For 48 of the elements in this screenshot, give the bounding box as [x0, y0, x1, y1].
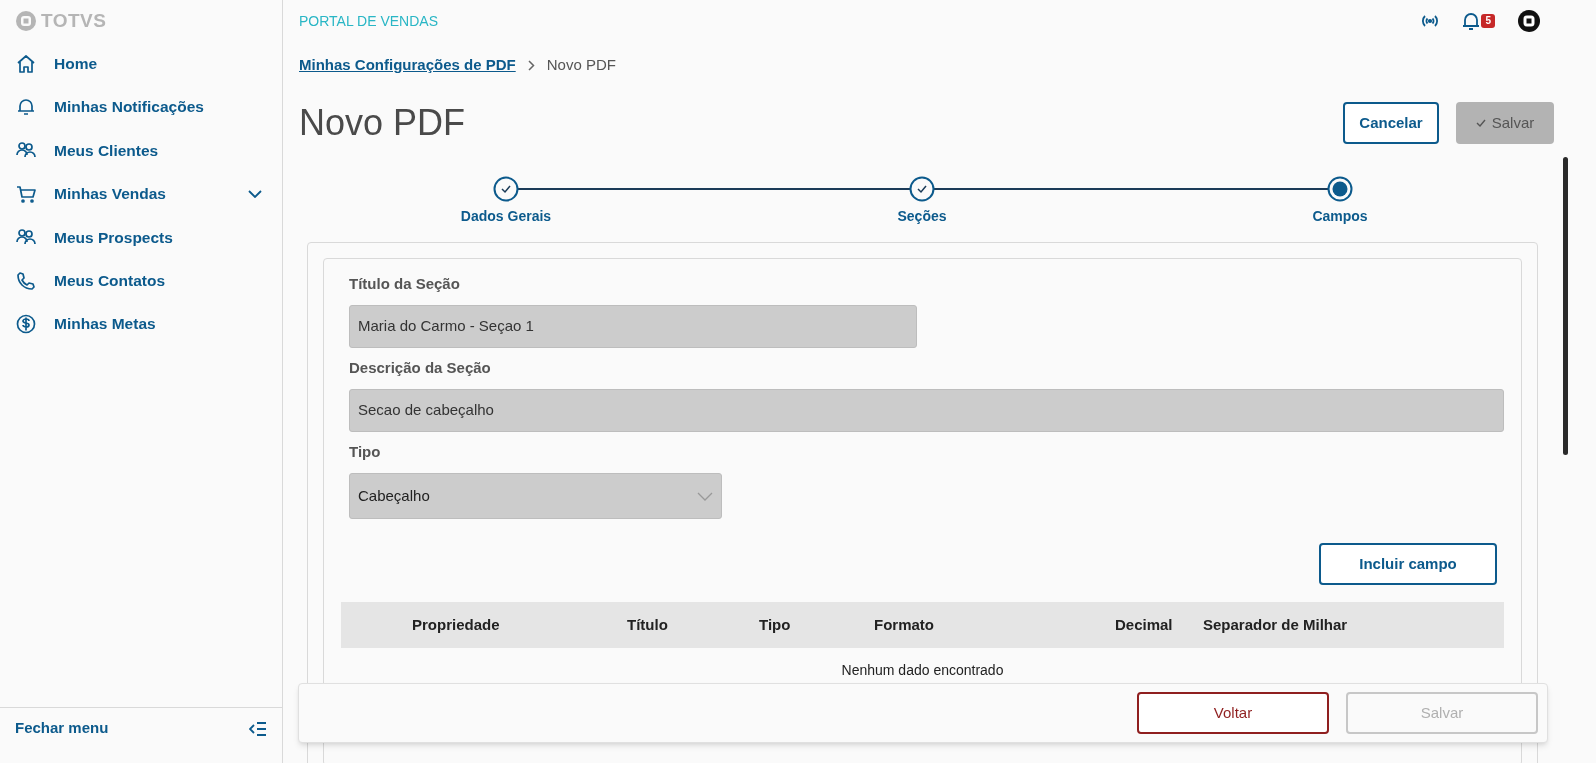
page-title: Novo PDF — [299, 101, 466, 145]
phone-icon — [15, 270, 37, 291]
logo-icon — [15, 10, 37, 32]
bell-icon — [15, 97, 37, 118]
step-label: Campos — [1312, 207, 1368, 226]
step-done-icon[interactable] — [909, 176, 935, 202]
back-button[interactable]: Voltar — [1137, 692, 1329, 734]
chevron-down-icon[interactable] — [248, 189, 262, 198]
chevron-down-icon — [697, 491, 713, 501]
scrollbar[interactable] — [1563, 157, 1568, 455]
field-label: Título da Seção — [349, 274, 461, 294]
sidebar-item[interactable]: Meus Prospects — [0, 215, 282, 259]
sidebar-item[interactable]: Meus Clientes — [0, 128, 282, 173]
bell-icon[interactable] — [1462, 11, 1481, 31]
empty-table-message: Nenhum dado encontrado — [841, 661, 1004, 680]
column-header: Formato — [874, 614, 935, 635]
close-menu-link[interactable]: Fechar menu — [15, 717, 109, 740]
broadcast-icon[interactable] — [1420, 13, 1441, 29]
portal-title: PORTAL DE VENDAS — [299, 11, 438, 31]
sidebar-item[interactable]: Home — [0, 42, 282, 86]
column-header: Propriedade — [412, 614, 501, 635]
add-field-button[interactable]: Incluir campo — [1319, 543, 1497, 585]
sidebar-item[interactable]: Minhas Notificações — [0, 85, 282, 129]
breadcrumb-current: Novo PDF — [546, 54, 616, 75]
column-header: Decimal — [1115, 614, 1174, 635]
check-icon — [1475, 119, 1486, 127]
field-label: Descrição da Seção — [349, 358, 492, 378]
step-done-icon[interactable] — [493, 176, 519, 202]
step-label: Seções — [897, 207, 947, 226]
sidebar-item[interactable]: Meus Contatos — [0, 258, 282, 303]
step-label: Dados Gerais — [460, 207, 552, 226]
column-header: Separador de Milhar — [1203, 614, 1349, 635]
dollar-icon — [15, 314, 37, 335]
collapse-menu-icon[interactable] — [249, 721, 267, 736]
cart-icon — [15, 183, 37, 204]
sidebar-item[interactable]: Minhas Metas — [0, 302, 282, 346]
column-header: Título — [627, 614, 669, 635]
chevron-right-icon — [527, 59, 535, 71]
notification-badge: 5 — [1481, 14, 1495, 28]
home-icon — [15, 53, 37, 74]
user-avatar-icon[interactable] — [1517, 9, 1541, 33]
cancel-button[interactable]: Cancelar — [1343, 102, 1439, 144]
sidebar-item[interactable]: Minhas Vendas — [0, 172, 282, 216]
breadcrumb-link[interactable]: Minhas Configurações de PDF — [299, 53, 516, 77]
logo-text: TOTVS — [41, 8, 107, 33]
column-header: Tipo — [759, 614, 792, 635]
step-current-icon[interactable] — [1327, 176, 1353, 202]
field-label: Tipo — [349, 442, 382, 462]
